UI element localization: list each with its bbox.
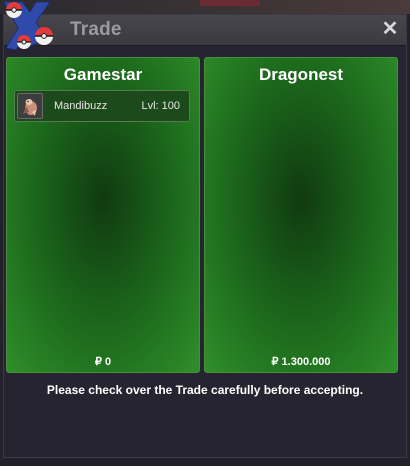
- right-trade-panel: Dragonest ₽ 1.300.000: [204, 57, 398, 373]
- trade-notice: Please check over the Trade carefully be…: [46, 383, 364, 397]
- close-button[interactable]: ✕: [380, 18, 400, 40]
- pokeball-logo-icon: [3, 1, 53, 51]
- item-level: Lvl: 100: [141, 100, 180, 112]
- left-trade-panel: Gamestar Mandibuzz Lvl: 100 ₽ 0: [6, 57, 200, 373]
- mandibuzz-icon: [17, 93, 43, 119]
- right-money: ₽ 1.300.000: [271, 356, 331, 368]
- trade-item-slot[interactable]: Mandibuzz Lvl: 100: [14, 90, 190, 122]
- right-player-name: Dragonest: [258, 65, 344, 84]
- left-player-name: Gamestar: [63, 65, 143, 84]
- window-title: Trade: [70, 19, 122, 40]
- left-money: ₽ 0: [94, 356, 112, 368]
- trade-window: Trade ✕ Gamestar Mandibuzz Lvl: 100 ₽ 0 …: [3, 14, 407, 458]
- background-detail: [200, 0, 260, 6]
- item-name: Mandibuzz: [54, 100, 108, 112]
